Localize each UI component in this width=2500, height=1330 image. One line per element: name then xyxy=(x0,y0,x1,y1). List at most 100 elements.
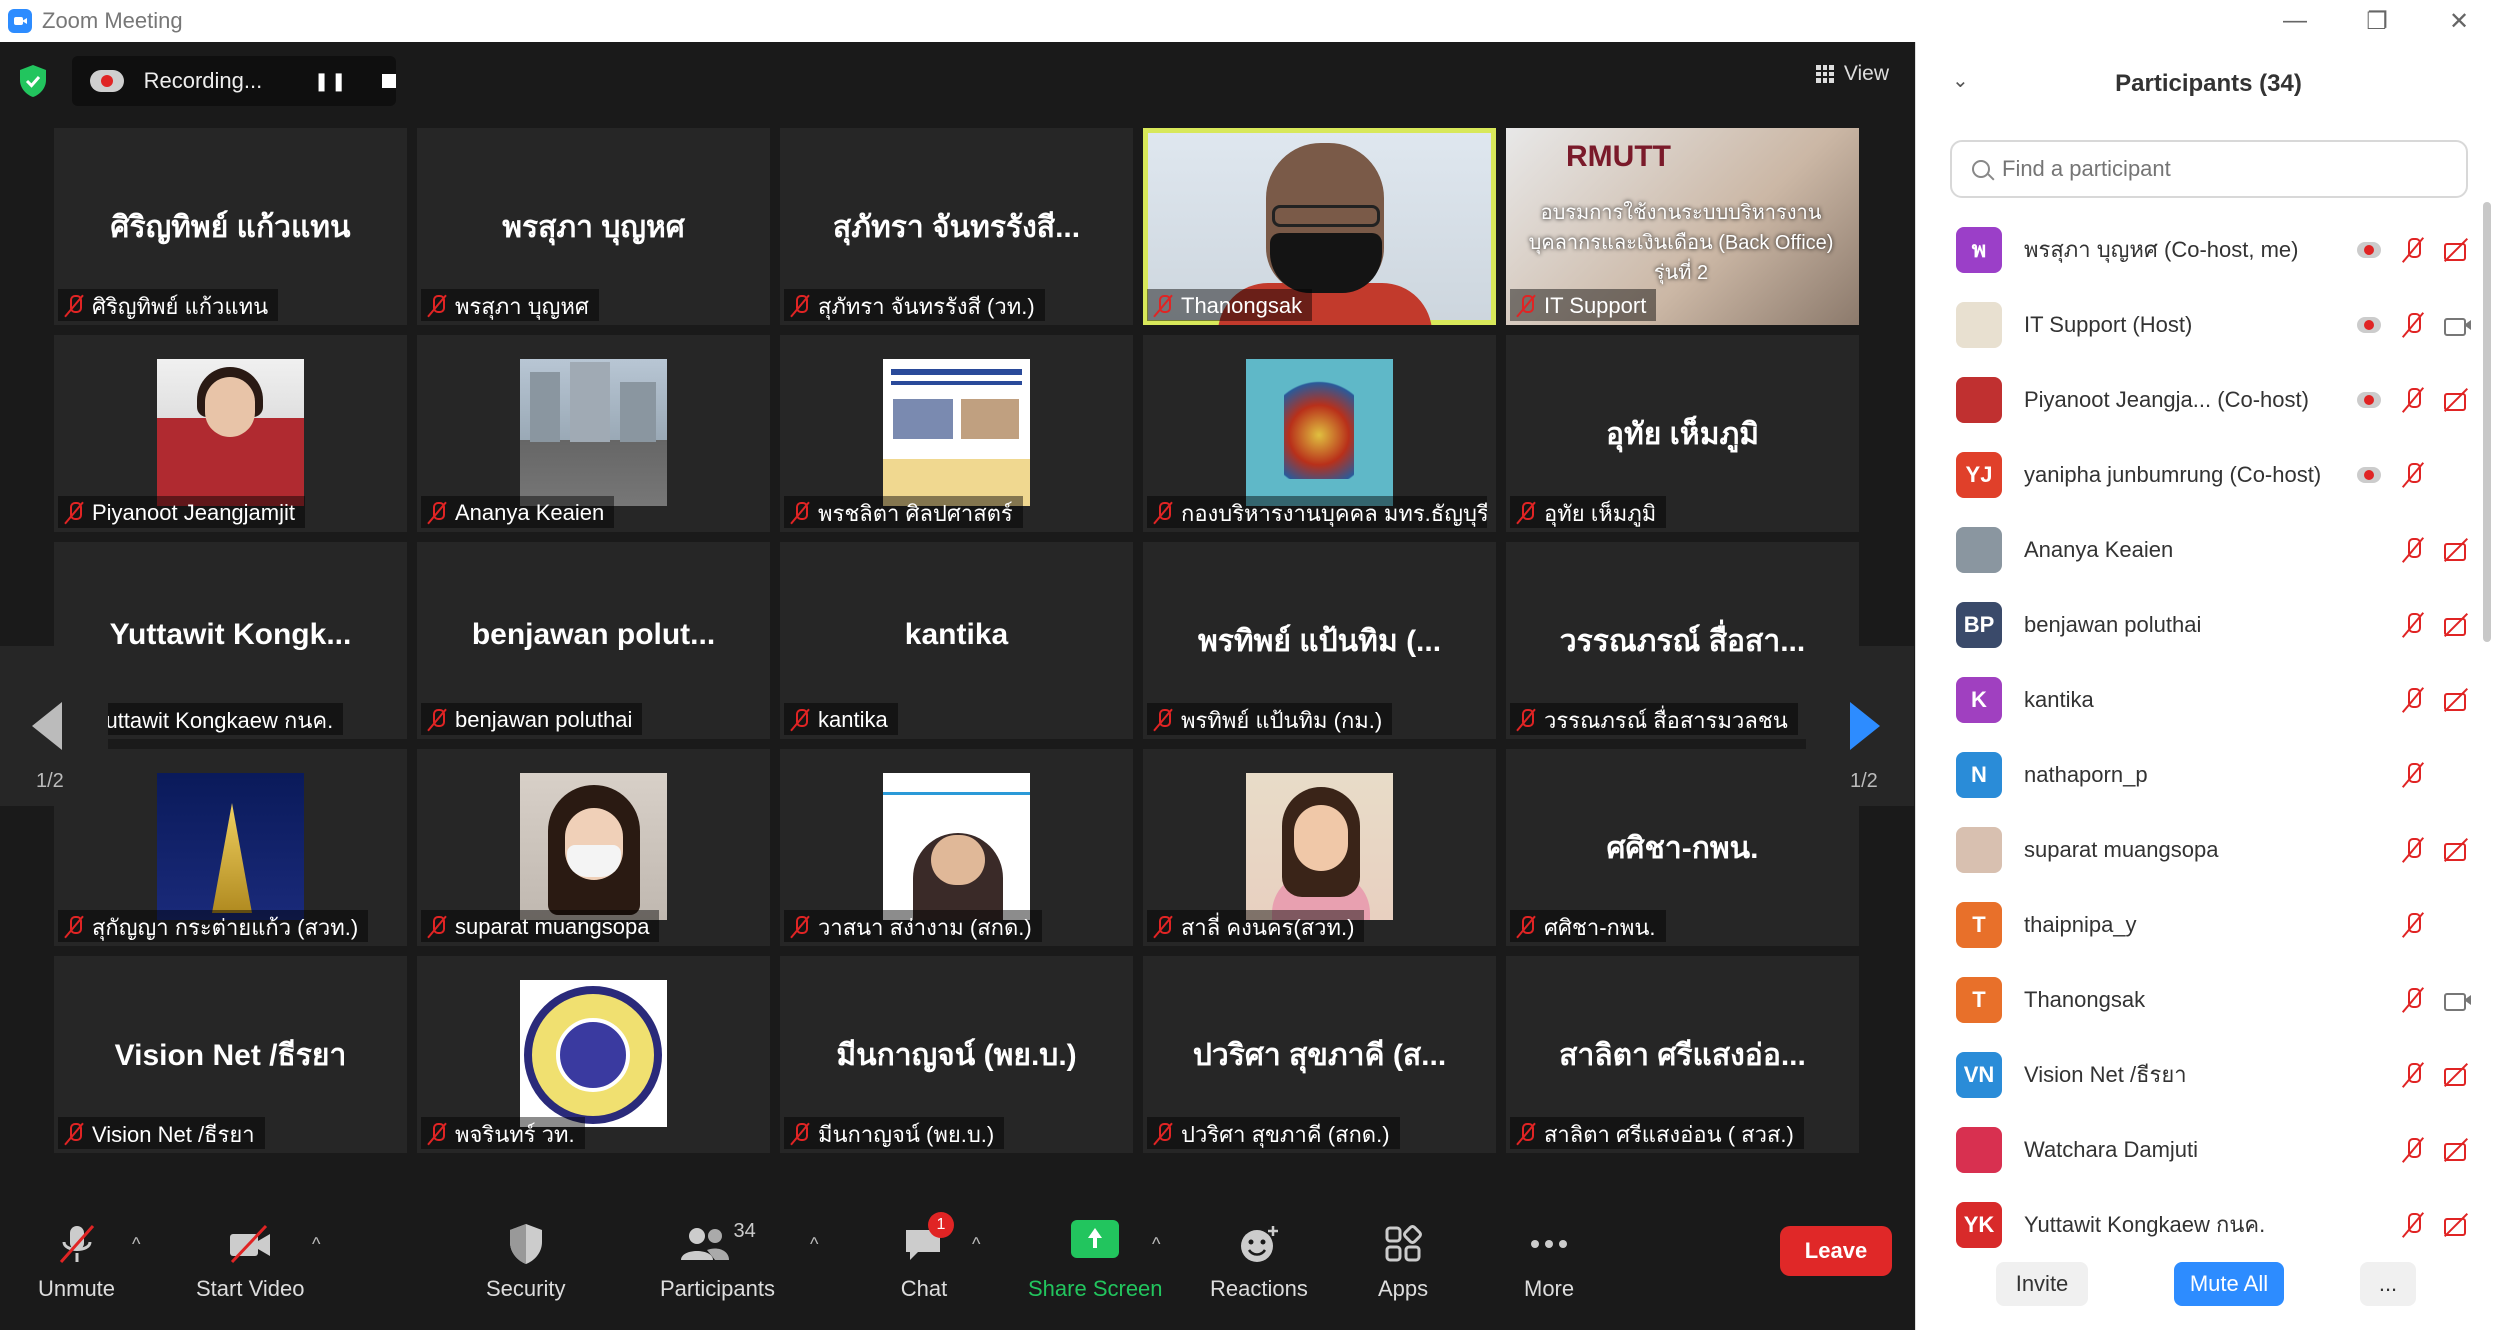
muted-mic-icon[interactable] xyxy=(2398,535,2428,565)
participant-row[interactable]: Kkantika xyxy=(1916,662,2486,737)
video-tile[interactable]: ศิริญทิพย์ แก้วแทน ศิริญทิพย์ แก้วแทน xyxy=(54,128,407,325)
video-tile[interactable]: สุภัทรา จันทรรังสี... สุภัทรา จันทรรังสี… xyxy=(780,128,1133,325)
muted-mic-icon xyxy=(1516,1122,1536,1146)
video-tile[interactable]: benjawan polut... benjawan poluthai xyxy=(417,542,770,739)
chat-button[interactable]: 1 Chat xyxy=(900,1212,954,1302)
participant-row[interactable]: YK Yuttawit Kongkaew กนค. xyxy=(1916,1187,2486,1262)
video-tile[interactable]: Piyanoot Jeangjamjit xyxy=(54,335,407,532)
participant-row[interactable]: Watchara Damjuti xyxy=(1916,1112,2486,1187)
avatar: YK xyxy=(1956,1201,2002,1248)
active-speaker-tile[interactable]: Thanongsak xyxy=(1143,128,1496,325)
video-tile[interactable]: ปวริศา สุขภาคี (ส... ปวริศา สุขภาคี (สกด… xyxy=(1143,956,1496,1153)
video-tile[interactable]: วาสนา สง่างาม (สกด.) xyxy=(780,749,1133,946)
security-shield-icon[interactable] xyxy=(18,64,48,98)
participants-more-button[interactable]: ... xyxy=(2360,1262,2416,1306)
muted-mic-icon[interactable] xyxy=(2398,310,2428,340)
avatar xyxy=(1956,526,2002,573)
security-button[interactable]: Security xyxy=(486,1220,565,1302)
video-tile[interactable]: มีนกาญจน์ (พย.บ.) มีนกาญจน์ (พย.บ.) xyxy=(780,956,1133,1153)
muted-mic-icon[interactable] xyxy=(2398,685,2428,715)
view-label: View xyxy=(1843,62,1889,85)
video-off-icon[interactable] xyxy=(2442,535,2472,565)
apps-button[interactable]: Apps xyxy=(1378,1220,1428,1302)
muted-mic-icon[interactable] xyxy=(2398,835,2428,865)
muted-mic-icon[interactable] xyxy=(2398,760,2428,790)
muted-mic-icon[interactable] xyxy=(2398,610,2428,640)
video-tile[interactable]: Vision Net /ธีรยา Vision Net /ธีรยา xyxy=(54,956,407,1153)
participant-row[interactable]: Ananya Keaien xyxy=(1916,512,2486,587)
muted-mic-icon[interactable] xyxy=(2398,385,2428,415)
muted-mic-icon[interactable] xyxy=(2398,985,2428,1015)
video-tile[interactable]: พจรินทร์ วท. xyxy=(417,956,770,1153)
video-tile[interactable]: สาลิตา ศรีแสงอ่อ... สาลิตา ศรีแสงอ่อน ( … xyxy=(1506,956,1859,1153)
people-icon xyxy=(681,1228,730,1260)
video-tile[interactable]: พรสุภา บุญหศ พรสุภา บุญหศ xyxy=(417,128,770,325)
screen-share-tile[interactable]: RMUTT อบรมการใช้งานระบบบริหารงานบุคลากรแ… xyxy=(1506,128,1859,325)
video-off-icon[interactable] xyxy=(2442,610,2472,640)
muted-mic-icon[interactable] xyxy=(2398,235,2428,265)
participant-row[interactable]: T Thanongsak xyxy=(1916,962,2486,1037)
participants-button[interactable]: 34 Participants xyxy=(660,1220,775,1302)
next-page-button[interactable]: 1/2 xyxy=(1806,646,1914,806)
video-tile[interactable]: กองบริหารงานบุคคล มทร.ธัญบุรี xyxy=(1143,335,1496,532)
share-options-caret[interactable]: ^ xyxy=(1152,1234,1160,1255)
participant-row[interactable]: BP benjawan poluthai xyxy=(1916,587,2486,662)
participant-row[interactable]: Nnathaporn_p xyxy=(1916,737,2486,812)
participant-list-scrollbar[interactable] xyxy=(2483,202,2491,642)
video-off-icon[interactable] xyxy=(2442,385,2472,415)
video-off-icon[interactable] xyxy=(2442,685,2472,715)
pause-recording-button[interactable]: ❚❚ xyxy=(314,71,348,92)
participants-options-caret[interactable]: ^ xyxy=(810,1234,818,1255)
start-video-button[interactable]: Start Video xyxy=(196,1220,304,1302)
muted-mic-icon[interactable] xyxy=(2398,1210,2428,1240)
video-tile[interactable]: พรทิพย์ แป้นทิม (... พรทิพย์ แป้นทิม (กม… xyxy=(1143,542,1496,739)
participant-row[interactable]: VN Vision Net /ธีรยา xyxy=(1916,1037,2486,1112)
previous-page-button[interactable]: 1/2 xyxy=(0,646,108,806)
participant-row[interactable]: YJ yanipha junbumrung (Co-host) xyxy=(1916,437,2486,512)
muted-mic-icon[interactable] xyxy=(2398,460,2428,490)
video-off-icon[interactable] xyxy=(2442,1135,2472,1165)
video-options-caret[interactable]: ^ xyxy=(312,1234,320,1255)
restore-button[interactable]: ❐ xyxy=(2336,0,2418,42)
mute-all-button[interactable]: Mute All xyxy=(2174,1262,2284,1306)
muted-mic-icon[interactable] xyxy=(2398,1135,2428,1165)
invite-button[interactable]: Invite xyxy=(1996,1262,2088,1306)
video-tile[interactable]: สาลี่ คงนคร(สวท.) xyxy=(1143,749,1496,946)
participant-status-icons xyxy=(2398,1210,2472,1240)
muted-mic-icon[interactable] xyxy=(2398,910,2428,940)
unmute-button[interactable]: Unmute xyxy=(38,1220,115,1302)
video-tile[interactable]: Ananya Keaien xyxy=(417,335,770,532)
participant-row[interactable]: พ พรสุภา บุญหศ (Co-host, me) xyxy=(1916,212,2486,287)
video-tile[interactable]: พรชลิตา ศิลปศาสตร์ xyxy=(780,335,1133,532)
participant-row[interactable]: Tthaipnipa_y xyxy=(1916,887,2486,962)
video-tile[interactable]: kantika kantika xyxy=(780,542,1133,739)
reactions-button[interactable]: Reactions xyxy=(1210,1220,1308,1302)
video-icon[interactable] xyxy=(2442,985,2472,1015)
video-off-icon[interactable] xyxy=(2442,835,2472,865)
share-screen-button[interactable]: Share Screen xyxy=(1028,1220,1163,1302)
more-button[interactable]: More xyxy=(1524,1220,1574,1302)
muted-mic-icon[interactable] xyxy=(2398,1060,2428,1090)
participant-row[interactable]: suparat muangsopa xyxy=(1916,812,2486,887)
view-button[interactable]: View xyxy=(1815,62,1889,86)
close-window-button[interactable]: ✕ xyxy=(2418,0,2500,42)
recording-icon xyxy=(2354,460,2384,490)
muted-mic-icon xyxy=(790,501,810,525)
video-icon[interactable] xyxy=(2442,310,2472,340)
arrow-right-icon xyxy=(1850,702,1880,750)
tile-label-text: อุทัย เห็มภูมิ xyxy=(1544,500,1657,526)
video-off-icon[interactable] xyxy=(2442,1060,2472,1090)
video-off-icon[interactable] xyxy=(2442,235,2472,265)
video-tile[interactable]: อุทัย เห็มภูมิ อุทัย เห็มภูมิ xyxy=(1506,335,1859,532)
video-off-icon[interactable] xyxy=(2442,1210,2472,1240)
participant-row[interactable]: Piyanoot Jeangja... (Co-host) xyxy=(1916,362,2486,437)
video-tile[interactable]: suparat muangsopa xyxy=(417,749,770,946)
participant-row[interactable]: IT Support (Host) xyxy=(1916,287,2486,362)
participant-search-input[interactable] xyxy=(2002,156,2422,182)
audio-options-caret[interactable]: ^ xyxy=(132,1234,140,1255)
participant-search[interactable] xyxy=(1950,140,2468,198)
leave-button[interactable]: Leave xyxy=(1780,1226,1892,1276)
stop-recording-button[interactable] xyxy=(382,74,396,88)
chat-options-caret[interactable]: ^ xyxy=(972,1234,980,1255)
minimize-button[interactable]: — xyxy=(2254,0,2336,42)
